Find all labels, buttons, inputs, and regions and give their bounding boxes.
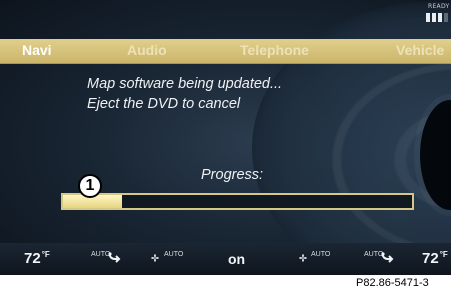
main-menu-bar: Navi Audio Telephone Vehicle: [0, 39, 451, 64]
menu-item-navi[interactable]: Navi: [22, 42, 52, 58]
display-screen: READY Navi Audio Telephone Vehicle Map s…: [0, 0, 451, 275]
airflow-icon[interactable]: [107, 252, 121, 268]
progress-label: Progress:: [201, 167, 264, 183]
update-message: Map software being updated...: [87, 76, 283, 92]
figure-code: P82.86-5471-3: [356, 277, 429, 289]
airflow-icon[interactable]: [380, 252, 394, 268]
ready-indicator: READY: [428, 3, 450, 10]
signal-bar: [438, 13, 442, 22]
temperature-left[interactable]: 72°F: [24, 250, 50, 267]
callout-marker: 1: [78, 174, 102, 198]
progress-bar: [61, 193, 414, 210]
temperature-unit: °F: [41, 250, 50, 259]
temperature-left-value: 72: [24, 250, 41, 267]
fan-icon[interactable]: [149, 252, 161, 267]
menu-item-telephone[interactable]: Telephone: [240, 42, 309, 58]
fan-right-auto-label: AUTO: [311, 251, 331, 258]
temperature-right-value: 72: [422, 250, 439, 267]
ac-status[interactable]: on: [228, 251, 245, 267]
signal-strength-icon: [426, 13, 448, 22]
cancel-instruction: Eject the DVD to cancel: [87, 96, 241, 112]
menu-item-vehicle[interactable]: Vehicle: [396, 42, 444, 58]
fan-icon[interactable]: [297, 252, 309, 267]
temperature-right[interactable]: 72°F: [422, 250, 448, 267]
menu-item-audio[interactable]: Audio: [127, 42, 167, 58]
signal-bar: [432, 13, 436, 22]
signal-bar: [426, 13, 430, 22]
signal-bar: [444, 13, 448, 22]
climate-control-bar: 72°F AUTO AUTO on AUTO AUTO 72°F: [0, 243, 451, 275]
fan-left-auto-label: AUTO: [164, 251, 184, 258]
temperature-unit: °F: [439, 250, 448, 259]
